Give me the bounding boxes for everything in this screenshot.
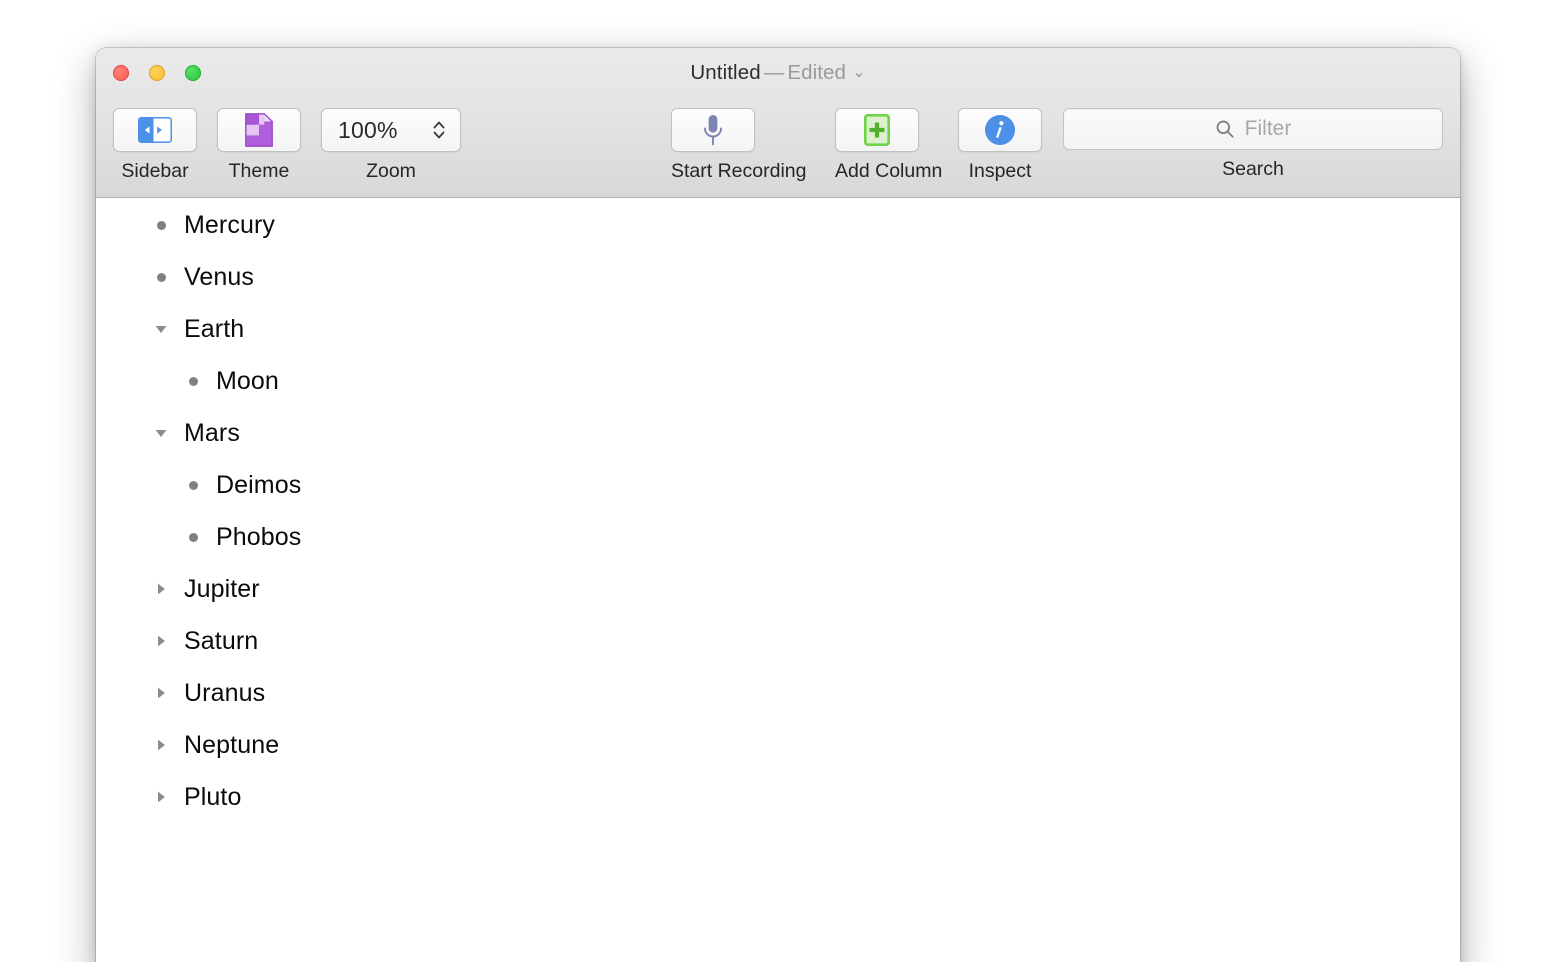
outline-row[interactable]: Venus <box>96 251 1460 303</box>
title-separator: — <box>763 61 785 84</box>
outline-row[interactable]: Jupiter <box>96 563 1460 615</box>
toolbar-item-start-recording[interactable]: Start Recording <box>671 108 807 183</box>
toolbar: Untitled — Edited ⌄ Sidebar Theme 100% Z… <box>96 48 1460 198</box>
outline-row-label: Mars <box>184 418 240 447</box>
window-title: Untitled — Edited ⌄ <box>96 61 1460 85</box>
outline-content: Mercury Venus Earth Moon Mars Deimos Phobos Jup… <box>96 199 1460 962</box>
search-placeholder: Filter <box>1244 117 1292 140</box>
edited-status: Edited <box>787 61 847 84</box>
theme-button[interactable] <box>217 108 301 152</box>
outline-row[interactable]: Mercury <box>96 199 1460 251</box>
toolbar-item-label: Add Column <box>835 160 943 182</box>
theme-document-icon <box>245 113 273 147</box>
bullet-icon <box>148 272 174 282</box>
outline-row-label: Venus <box>184 262 255 291</box>
triangle-right-icon[interactable] <box>148 738 174 752</box>
zoom-stepper[interactable]: 100% <box>321 108 461 152</box>
start-recording-button[interactable] <box>671 108 755 152</box>
toolbar-item-sidebar[interactable]: Sidebar <box>113 108 197 183</box>
triangle-down-icon[interactable] <box>148 322 174 336</box>
toolbar-item-search[interactable]: Filter Search <box>1063 108 1443 181</box>
document-title: Untitled <box>690 61 761 84</box>
outline-row-label: Deimos <box>216 470 302 499</box>
triangle-right-icon[interactable] <box>148 582 174 596</box>
add-column-button[interactable] <box>835 108 919 152</box>
toolbar-item-add-column[interactable]: Add Column <box>835 108 943 183</box>
outline-row[interactable]: Deimos <box>96 459 1460 511</box>
toolbar-item-label: Theme <box>228 160 290 182</box>
toolbar-item-label: Inspect <box>968 160 1032 182</box>
bullet-icon <box>180 376 206 386</box>
add-column-icon <box>864 114 890 146</box>
outline-row-label: Phobos <box>216 522 302 551</box>
outline-row-label: Pluto <box>184 782 242 811</box>
toolbar-item-inspect[interactable]: Inspect <box>958 108 1042 183</box>
outline-row-label: Uranus <box>184 678 266 707</box>
triangle-right-icon[interactable] <box>148 686 174 700</box>
triangle-down-icon[interactable] <box>148 426 174 440</box>
search-input[interactable]: Filter <box>1063 108 1443 150</box>
inspect-button[interactable] <box>958 108 1042 152</box>
info-icon <box>984 114 1016 146</box>
triangle-right-icon[interactable] <box>148 790 174 804</box>
outline-row-label: Neptune <box>184 730 280 759</box>
bullet-icon <box>180 480 206 490</box>
outline-row[interactable]: Moon <box>96 355 1460 407</box>
toolbar-item-zoom[interactable]: 100% Zoom <box>321 108 461 183</box>
stepper-icon[interactable] <box>432 117 446 143</box>
search-icon <box>1215 119 1235 139</box>
toolbar-item-theme[interactable]: Theme <box>217 108 301 183</box>
app-window: Untitled — Edited ⌄ Sidebar Theme 100% Z… <box>96 48 1460 962</box>
toolbar-item-label: Sidebar <box>121 160 189 182</box>
bullet-icon <box>148 220 174 230</box>
sidebar-button[interactable] <box>113 108 197 152</box>
microphone-icon <box>702 114 724 146</box>
outline-row[interactable]: Pluto <box>96 771 1460 823</box>
toolbar-item-label: Start Recording <box>671 160 807 182</box>
bullet-icon <box>180 532 206 542</box>
outline-row-label: Earth <box>184 314 245 343</box>
triangle-right-icon[interactable] <box>148 634 174 648</box>
zoom-value: 100% <box>338 116 398 143</box>
outline-row-label: Saturn <box>184 626 259 655</box>
outline-row[interactable]: Saturn <box>96 615 1460 667</box>
outline-row-label: Mercury <box>184 210 275 239</box>
outline-row[interactable]: Neptune <box>96 719 1460 771</box>
toolbar-item-label: Search <box>1222 158 1284 180</box>
outline-row[interactable]: Mars <box>96 407 1460 459</box>
toolbar-item-label: Zoom <box>366 160 416 182</box>
outline-list: Mercury Venus Earth Moon Mars Deimos Phobos Jup… <box>96 199 1460 823</box>
chevron-down-icon[interactable]: ⌄ <box>852 64 866 81</box>
sidebar-icon <box>138 117 172 143</box>
outline-row[interactable]: Phobos <box>96 511 1460 563</box>
outline-row-label: Jupiter <box>184 574 260 603</box>
outline-row[interactable]: Uranus <box>96 667 1460 719</box>
outline-row[interactable]: Earth <box>96 303 1460 355</box>
outline-row-label: Moon <box>216 366 279 395</box>
